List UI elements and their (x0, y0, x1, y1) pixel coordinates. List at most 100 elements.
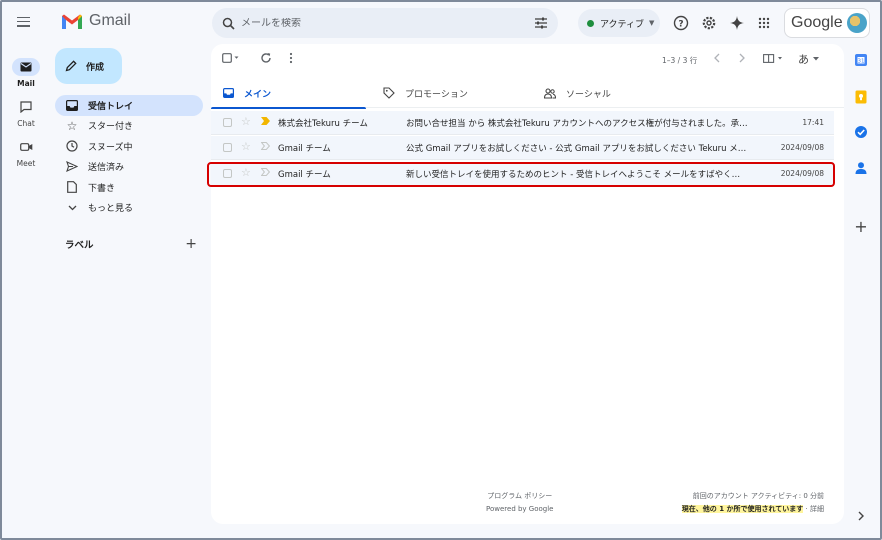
tasks-icon[interactable] (853, 124, 869, 140)
gmail-m-icon (62, 14, 82, 29)
gemini-sparkle-icon[interactable] (728, 14, 746, 32)
inbox-icon (65, 99, 79, 111)
svg-text:31: 31 (858, 59, 865, 65)
gmail-logo[interactable]: Gmail (61, 12, 131, 30)
category-tabs: メイン プロモーション ソーシャル (211, 78, 844, 109)
chevron-down-icon: ▼ (649, 19, 655, 27)
rail-mail[interactable]: Mail (10, 58, 42, 88)
split-pane-icon[interactable] (763, 54, 785, 66)
svg-text:?: ? (678, 19, 683, 29)
email-subject: 公式 Gmail アプリをお試しください - 公式 Gmail アプリをお試しく… (406, 144, 747, 154)
nav-item-sent[interactable]: 送信済み (55, 157, 203, 178)
search-input[interactable] (241, 17, 521, 29)
program-policy-link[interactable]: プログラム ポリシー (486, 490, 553, 503)
row-checkbox[interactable] (223, 143, 232, 152)
chevron-left-icon[interactable] (713, 53, 721, 66)
compose-label: 作成 (86, 62, 105, 73)
chat-icon (12, 98, 40, 116)
google-wordmark: Google (791, 14, 843, 31)
details-link[interactable]: · 詳細 (806, 505, 824, 513)
search-icon[interactable] (222, 17, 235, 30)
nav-item-snoozed[interactable]: スヌーズ中 (55, 136, 203, 157)
keep-icon[interactable] (853, 89, 869, 105)
tab-primary-label: メイン (244, 89, 272, 100)
folder-nav: 受信トレイ ☆ スター付き スヌーズ中 送信済み 下書き もっと見る (55, 95, 203, 218)
row-checkbox[interactable] (223, 169, 232, 178)
pagination-text: 1–3 / 3 行 (662, 56, 698, 65)
important-marker-icon[interactable] (261, 117, 270, 128)
apps-grid-icon[interactable] (755, 14, 773, 32)
chevron-down-icon (65, 205, 79, 211)
star-icon[interactable]: ☆ (241, 166, 251, 179)
tag-icon (383, 87, 395, 99)
add-label-plus-icon[interactable]: + (185, 236, 197, 252)
email-row[interactable]: ☆ Gmail チーム 公式 Gmail アプリをお試しください - 公式 Gm… (211, 136, 834, 160)
inbox-icon (223, 88, 234, 98)
star-icon: ☆ (66, 118, 78, 133)
rail-chat[interactable]: Chat (10, 98, 42, 128)
input-tools-button[interactable]: あ (798, 51, 819, 67)
nav-starred-label: スター付き (88, 122, 134, 133)
select-all-checkbox[interactable] (222, 53, 240, 66)
nav-more-label: もっと見る (88, 204, 134, 215)
nav-snoozed-label: スヌーズ中 (88, 142, 133, 153)
status-dropdown[interactable]: アクティブ ▼ (578, 9, 660, 37)
nav-item-more[interactable]: もっと見る (55, 198, 203, 219)
rail-mail-label: Mail (17, 79, 35, 88)
input-tools-label: あ (798, 53, 809, 66)
important-marker-icon[interactable] (260, 168, 271, 179)
settings-gear-icon[interactable] (700, 14, 718, 32)
last-activity-text: 前回のアカウント アクティビティ: 0 分前 (692, 492, 824, 500)
calendar-icon[interactable]: 31 (853, 52, 869, 68)
avatar (846, 13, 867, 33)
chevron-right-icon[interactable] (853, 508, 869, 524)
tab-promotions[interactable]: プロモーション (383, 78, 468, 108)
mail-icon (12, 58, 40, 76)
footer-activity: 前回のアカウント アクティビティ: 0 分前 現在、他の 1 か所で使用されてい… (672, 490, 824, 516)
chevron-right-icon[interactable] (738, 53, 746, 66)
contacts-icon[interactable] (853, 160, 869, 176)
people-icon (544, 87, 556, 99)
labels-title: ラベル (65, 240, 94, 251)
nav-inbox-label: 受信トレイ (88, 101, 134, 112)
email-date: 17:41 (802, 118, 824, 127)
google-account-button[interactable]: Google (784, 8, 870, 38)
nav-item-inbox[interactable]: 受信トレイ (55, 95, 203, 116)
tab-social-label: ソーシャル (566, 89, 611, 100)
nav-item-drafts[interactable]: 下書き (55, 177, 203, 198)
search-bar[interactable] (212, 8, 558, 38)
add-addon-plus-icon[interactable]: + (853, 217, 869, 236)
active-tab-indicator (211, 106, 366, 109)
email-row[interactable]: ☆ 株式会社Tekuru チーム お問い合せ担当 から 株式会社Tekuru ア… (211, 111, 834, 135)
tab-promotions-label: プロモーション (405, 89, 468, 100)
clock-icon (65, 140, 79, 152)
star-icon[interactable]: ☆ (241, 115, 251, 128)
email-date: 2024/09/08 (780, 143, 824, 152)
rail-meet[interactable]: Meet (10, 138, 42, 168)
email-subject: 新しい受信トレイを使用するためのヒント - 受信トレイへようこそ メールをすばや… (406, 170, 741, 180)
main-menu-button[interactable] (17, 14, 35, 30)
tab-social[interactable]: ソーシャル (544, 78, 611, 108)
email-date: 2024/09/08 (780, 169, 824, 178)
search-options-icon[interactable] (534, 16, 548, 30)
nav-item-starred[interactable]: ☆ スター付き (55, 116, 203, 137)
email-sender: 株式会社Tekuru チーム (278, 119, 368, 129)
star-icon[interactable]: ☆ (241, 140, 251, 153)
nav-sent-label: 送信済み (88, 163, 125, 174)
important-marker-icon[interactable] (260, 142, 271, 153)
gmail-brand-text: Gmail (89, 12, 131, 29)
row-checkbox[interactable] (223, 118, 232, 127)
tab-primary[interactable]: メイン (211, 78, 366, 109)
compose-button[interactable]: 作成 (55, 48, 122, 84)
email-row[interactable]: ☆ Gmail チーム 新しい受信トレイを使用するためのヒント - 受信トレイへ… (211, 162, 834, 186)
refresh-icon[interactable] (260, 52, 272, 67)
help-icon[interactable]: ? (672, 14, 690, 32)
pencil-icon (65, 60, 77, 72)
rail-meet-label: Meet (16, 159, 36, 168)
email-subject: お問い合せ担当 から 株式会社Tekuru アカウントへのアクセス権が付与されま… (406, 119, 748, 129)
email-sender: Gmail チーム (278, 170, 331, 180)
nav-drafts-label: 下書き (88, 183, 116, 194)
send-icon (65, 161, 79, 173)
more-vertical-icon[interactable] (288, 52, 294, 67)
footer-policy: プログラム ポリシー Powered by Google (486, 490, 553, 516)
